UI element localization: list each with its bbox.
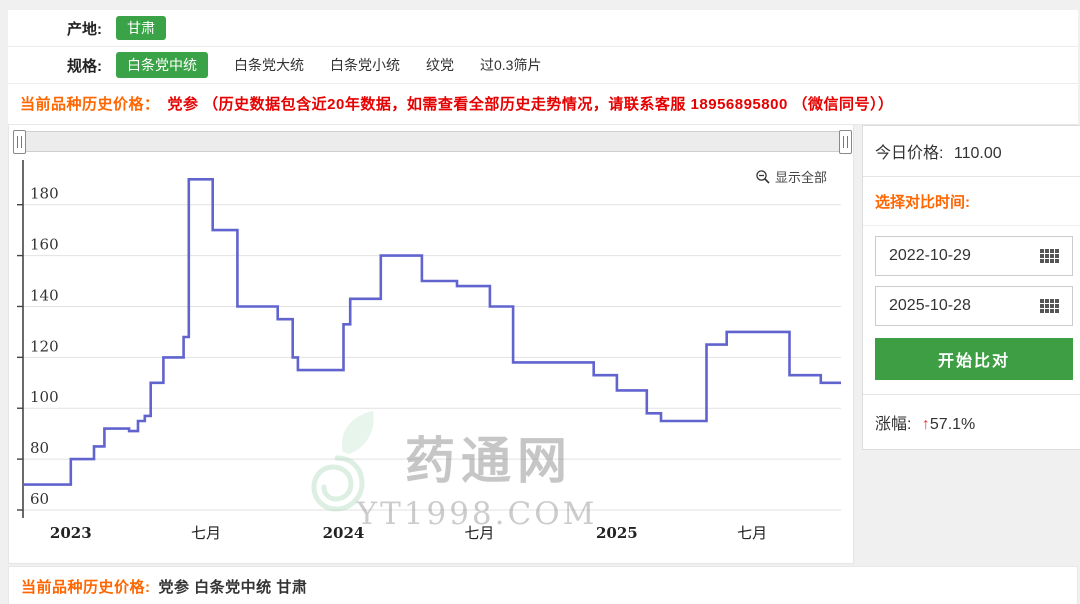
- compare-title: 选择对比时间:: [863, 177, 1080, 226]
- svg-text:药通网: 药通网: [405, 432, 573, 490]
- page: 产地: 甘肃 规格: 白条党中统 白条党大统 白条党小统 纹党 过0.3筛片 当前品种历…: [0, 0, 1080, 604]
- show-all-label: 显示全部: [774, 170, 827, 185]
- show-all-control[interactable]: 显示全部: [751, 165, 831, 188]
- datazoom-right-handle[interactable]: [839, 130, 852, 154]
- start-compare-button[interactable]: 开始比对: [875, 338, 1073, 380]
- spec-options: 白条党中统 白条党大统 白条党小统 纹党 过0.3筛片: [116, 52, 567, 78]
- compare-panel: 今日价格: 110.00 选择对比时间: 2022-10-29 2025-10-…: [862, 125, 1080, 450]
- calendar-icon[interactable]: [1040, 299, 1059, 313]
- zoom-out-icon: [756, 169, 770, 184]
- price-chart-panel: 显示全部 60 80 100 120 140 160 180 2023 七月 2024 七月 2025…: [8, 125, 854, 564]
- today-price-section: 今日价格: 110.00: [863, 126, 1080, 177]
- svg-text:2025: 2025: [596, 524, 638, 542]
- origin-badge-gansu[interactable]: 甘肃: [116, 16, 166, 40]
- svg-text:180: 180: [30, 185, 59, 203]
- up-arrow-icon: ↑: [921, 416, 930, 433]
- datazoom-left-handle[interactable]: [13, 130, 26, 154]
- history-price-notice: 当前品种历史价格： 党参 （历史数据包含近20年数据，如需查看全部历史走势情况，请…: [8, 84, 1078, 125]
- origin-label: 产地:: [67, 20, 102, 38]
- svg-text:120: 120: [30, 337, 59, 355]
- price-history-chart: 60801001201401601802023 七月 2024 七月 2025 七月药通网…: [17, 160, 841, 542]
- spec-option-3[interactable]: 白条党小统: [330, 57, 400, 73]
- svg-text:160: 160: [30, 236, 59, 254]
- bottom-history-banner: 当前品种历史价格: 党参 白条党中统 甘肃: [8, 566, 1078, 604]
- today-price-label: 今日价格:: [875, 145, 944, 162]
- svg-text:七月: 七月: [191, 524, 221, 542]
- date-from-value: 2022-10-29: [889, 247, 971, 264]
- date-from-input[interactable]: 2022-10-29: [875, 236, 1073, 276]
- svg-text:140: 140: [30, 286, 59, 304]
- spec-row: 规格: 白条党中统 白条党大统 白条党小统 纹党 过0.3筛片: [8, 47, 1078, 84]
- svg-text:2023: 2023: [50, 524, 92, 542]
- change-section: 涨幅: ↑57.1%: [863, 394, 1080, 449]
- spec-option-2[interactable]: 白条党大统: [234, 57, 304, 73]
- today-price-value: 110.00: [953, 145, 1002, 162]
- date-to-value: 2025-10-28: [889, 297, 971, 314]
- calendar-icon[interactable]: [1040, 249, 1059, 263]
- bottom-banner-text: 党参 白条党中统 甘肃: [158, 579, 308, 596]
- spec-label: 规格:: [67, 57, 102, 75]
- bottom-banner-label: 当前品种历史价格:: [21, 579, 151, 596]
- compare-section: 选择对比时间: 2022-10-29 2025-10-28 开始比对: [863, 177, 1080, 394]
- spec-option-5[interactable]: 过0.3筛片: [480, 57, 541, 73]
- spec-option-4[interactable]: 纹党: [426, 57, 454, 73]
- svg-text:YT1998.COM: YT1998.COM: [356, 496, 598, 532]
- datazoom-scrollbar[interactable]: [13, 130, 852, 154]
- notice-text: 党参 （历史数据包含近20年数据，如需查看全部历史走势情况，请联系客服 1895…: [167, 96, 894, 113]
- svg-text:100: 100: [30, 388, 59, 406]
- date-to-input[interactable]: 2025-10-28: [875, 286, 1073, 326]
- svg-text:60: 60: [30, 490, 49, 508]
- spec-option-1[interactable]: 白条党中统: [116, 52, 208, 78]
- main-area: 显示全部 60 80 100 120 140 160 180 2023 七月 2024 七月 2025…: [8, 125, 1080, 564]
- origin-row: 产地: 甘肃: [8, 10, 1078, 47]
- notice-label: 当前品种历史价格：: [20, 96, 160, 113]
- svg-text:80: 80: [30, 439, 49, 457]
- change-value: 57.1%: [929, 416, 976, 433]
- change-label: 涨幅:: [875, 416, 912, 433]
- svg-text:七月: 七月: [737, 524, 767, 542]
